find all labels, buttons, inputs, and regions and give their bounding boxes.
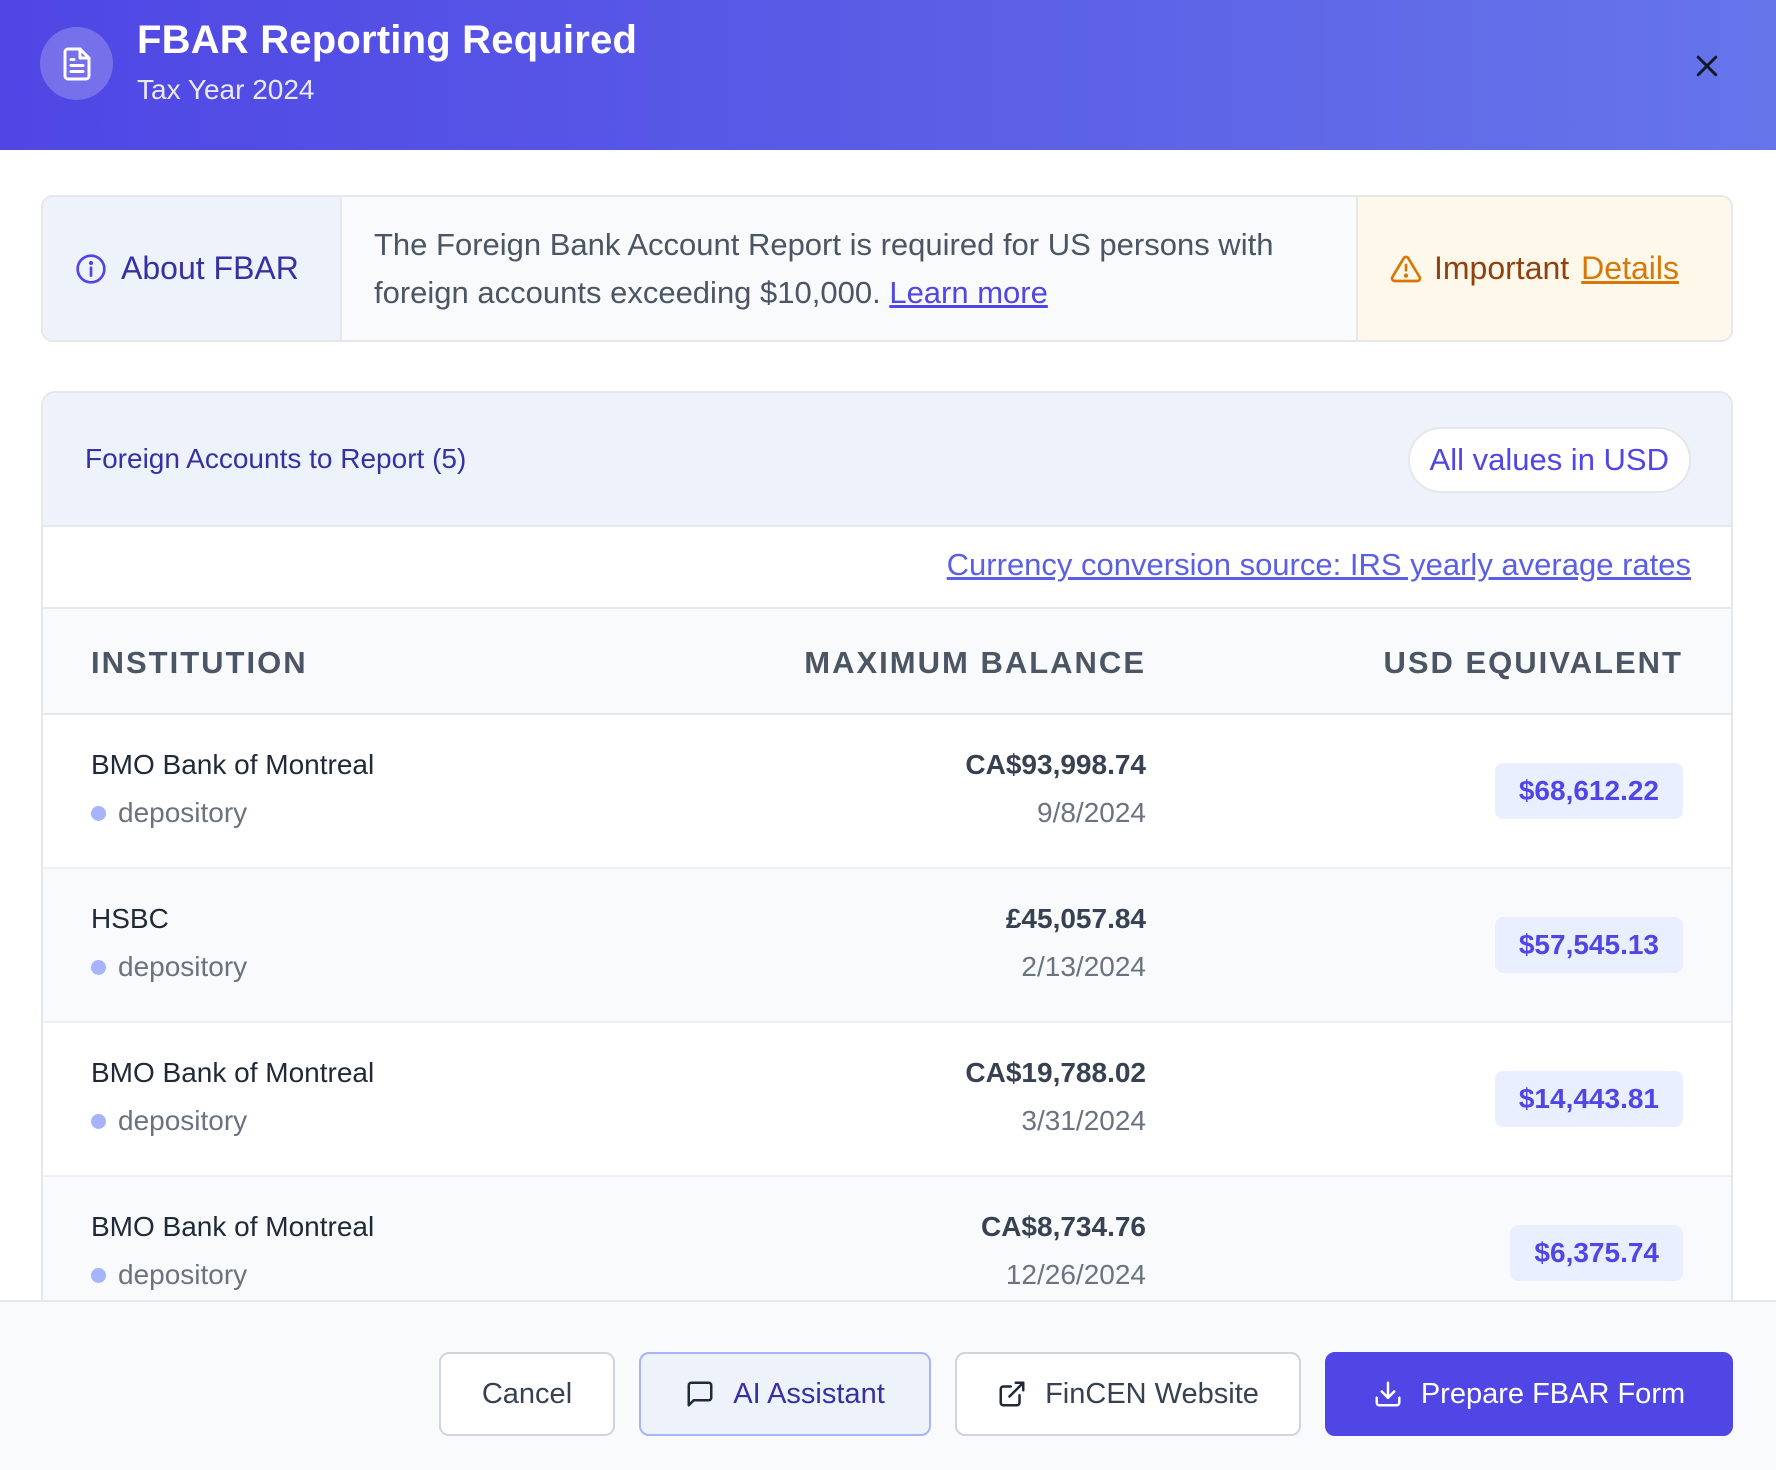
accounts-title: Foreign Accounts to Report (5) — [85, 443, 467, 474]
account-type: depository — [91, 1259, 247, 1291]
usd-equivalent-badge: $57,545.13 — [1494, 917, 1683, 973]
usd-equivalent-badge: $14,443.81 — [1494, 1071, 1683, 1127]
fbar-description: The Foreign Bank Account Report is requi… — [374, 221, 1336, 317]
important-label: Important — [1434, 250, 1570, 286]
learn-more-link[interactable]: Learn more — [889, 275, 1048, 310]
institution-name: BMO Bank of Montreal — [91, 749, 375, 780]
usd-equivalent-badge: $6,375.74 — [1510, 1225, 1683, 1281]
maximum-balance-date: 2/13/2024 — [1021, 951, 1146, 982]
usd-equivalent-badge: $68,612.22 — [1494, 763, 1683, 819]
column-header-maximum-balance: MAXIMUM BALANCE — [804, 645, 1146, 680]
fbar-description-section: The Foreign Bank Account Report is requi… — [342, 197, 1356, 340]
table-row: BMO Bank of Montreal depository CA$93,99… — [43, 715, 1731, 869]
maximum-balance: CA$93,998.74 — [965, 749, 1146, 780]
document-icon — [63, 47, 90, 80]
modal-title: FBAR Reporting Required — [137, 18, 638, 62]
institution-name: BMO Bank of Montreal — [91, 1057, 375, 1088]
modal-subtitle: Tax Year 2024 — [137, 74, 315, 105]
maximum-balance: CA$8,734.76 — [980, 1211, 1146, 1242]
modal-header: FBAR Reporting Required Tax Year 2024 — [0, 0, 1776, 150]
prepare-fbar-button-label: Prepare FBAR Form — [1420, 1377, 1686, 1410]
download-icon — [1375, 1381, 1401, 1407]
account-type-dot — [91, 1113, 106, 1129]
maximum-balance-date: 9/8/2024 — [1037, 797, 1146, 828]
external-link-icon — [999, 1381, 1025, 1407]
ai-assistant-button[interactable]: AI Assistant — [639, 1352, 931, 1436]
prepare-fbar-button[interactable]: Prepare FBAR Form — [1325, 1352, 1733, 1436]
details-link[interactable]: Details — [1581, 250, 1679, 287]
account-type: depository — [91, 1105, 247, 1137]
info-banner: About FBAR The Foreign Bank Account Repo… — [41, 195, 1733, 342]
usd-values-pill: All values in USD — [1407, 427, 1691, 493]
close-icon — [1696, 55, 1718, 77]
maximum-balance: CA$19,788.02 — [965, 1057, 1146, 1088]
account-type-dot — [91, 959, 106, 975]
institution-name: HSBC — [91, 903, 169, 934]
account-type-label: depository — [118, 951, 248, 982]
modal-footer: Cancel AI Assistant FinCEN Website Prepa… — [0, 1300, 1776, 1470]
account-type-dot — [91, 1267, 106, 1283]
foreign-accounts-card: Foreign Accounts to Report (5) All value… — [41, 391, 1733, 1391]
cancel-button[interactable]: Cancel — [439, 1352, 615, 1436]
maximum-balance: £45,057.84 — [1005, 903, 1146, 934]
account-type: depository — [91, 951, 247, 983]
table-row: BMO Bank of Montreal depository CA$19,78… — [43, 1023, 1731, 1177]
account-type: depository — [91, 797, 247, 829]
fincen-website-button-label: FinCEN Website — [1045, 1377, 1259, 1410]
column-header-institution: INSTITUTION — [91, 645, 308, 680]
conversion-source-link[interactable]: Currency conversion source: IRS yearly a… — [947, 547, 1691, 583]
ai-assistant-button-label: AI Assistant — [733, 1377, 885, 1410]
close-button[interactable] — [1685, 44, 1729, 88]
account-type-dot — [91, 805, 106, 821]
column-header-usd-equivalent: USD EQUIVALENT — [1383, 645, 1683, 680]
account-type-label: depository — [118, 1105, 248, 1136]
accounts-header: Foreign Accounts to Report (5) All value… — [43, 393, 1731, 527]
important-section: Important Details — [1356, 197, 1731, 340]
info-icon — [76, 253, 106, 284]
warning-icon — [1390, 255, 1422, 282]
account-type-label: depository — [118, 797, 248, 828]
conversion-source-row: Currency conversion source: IRS yearly a… — [43, 527, 1731, 609]
table-row: HSBC depository £45,057.84 2/13/2024 $57… — [43, 869, 1731, 1023]
account-type-label: depository — [118, 1259, 248, 1290]
fincen-website-button[interactable]: FinCEN Website — [955, 1352, 1301, 1436]
chat-icon — [687, 1381, 713, 1407]
about-fbar-section: About FBAR — [43, 197, 342, 340]
header-icon-container — [40, 27, 113, 100]
maximum-balance-date: 12/26/2024 — [1005, 1259, 1146, 1290]
cancel-button-label: Cancel — [481, 1377, 573, 1410]
about-fbar-label: About FBAR — [121, 250, 299, 286]
maximum-balance-date: 3/31/2024 — [1021, 1105, 1146, 1136]
fbar-description-text: The Foreign Bank Account Report is requi… — [374, 226, 1274, 310]
institution-name: BMO Bank of Montreal — [91, 1211, 375, 1242]
table-header: INSTITUTION MAXIMUM BALANCE USD EQUIVALE… — [43, 609, 1731, 715]
